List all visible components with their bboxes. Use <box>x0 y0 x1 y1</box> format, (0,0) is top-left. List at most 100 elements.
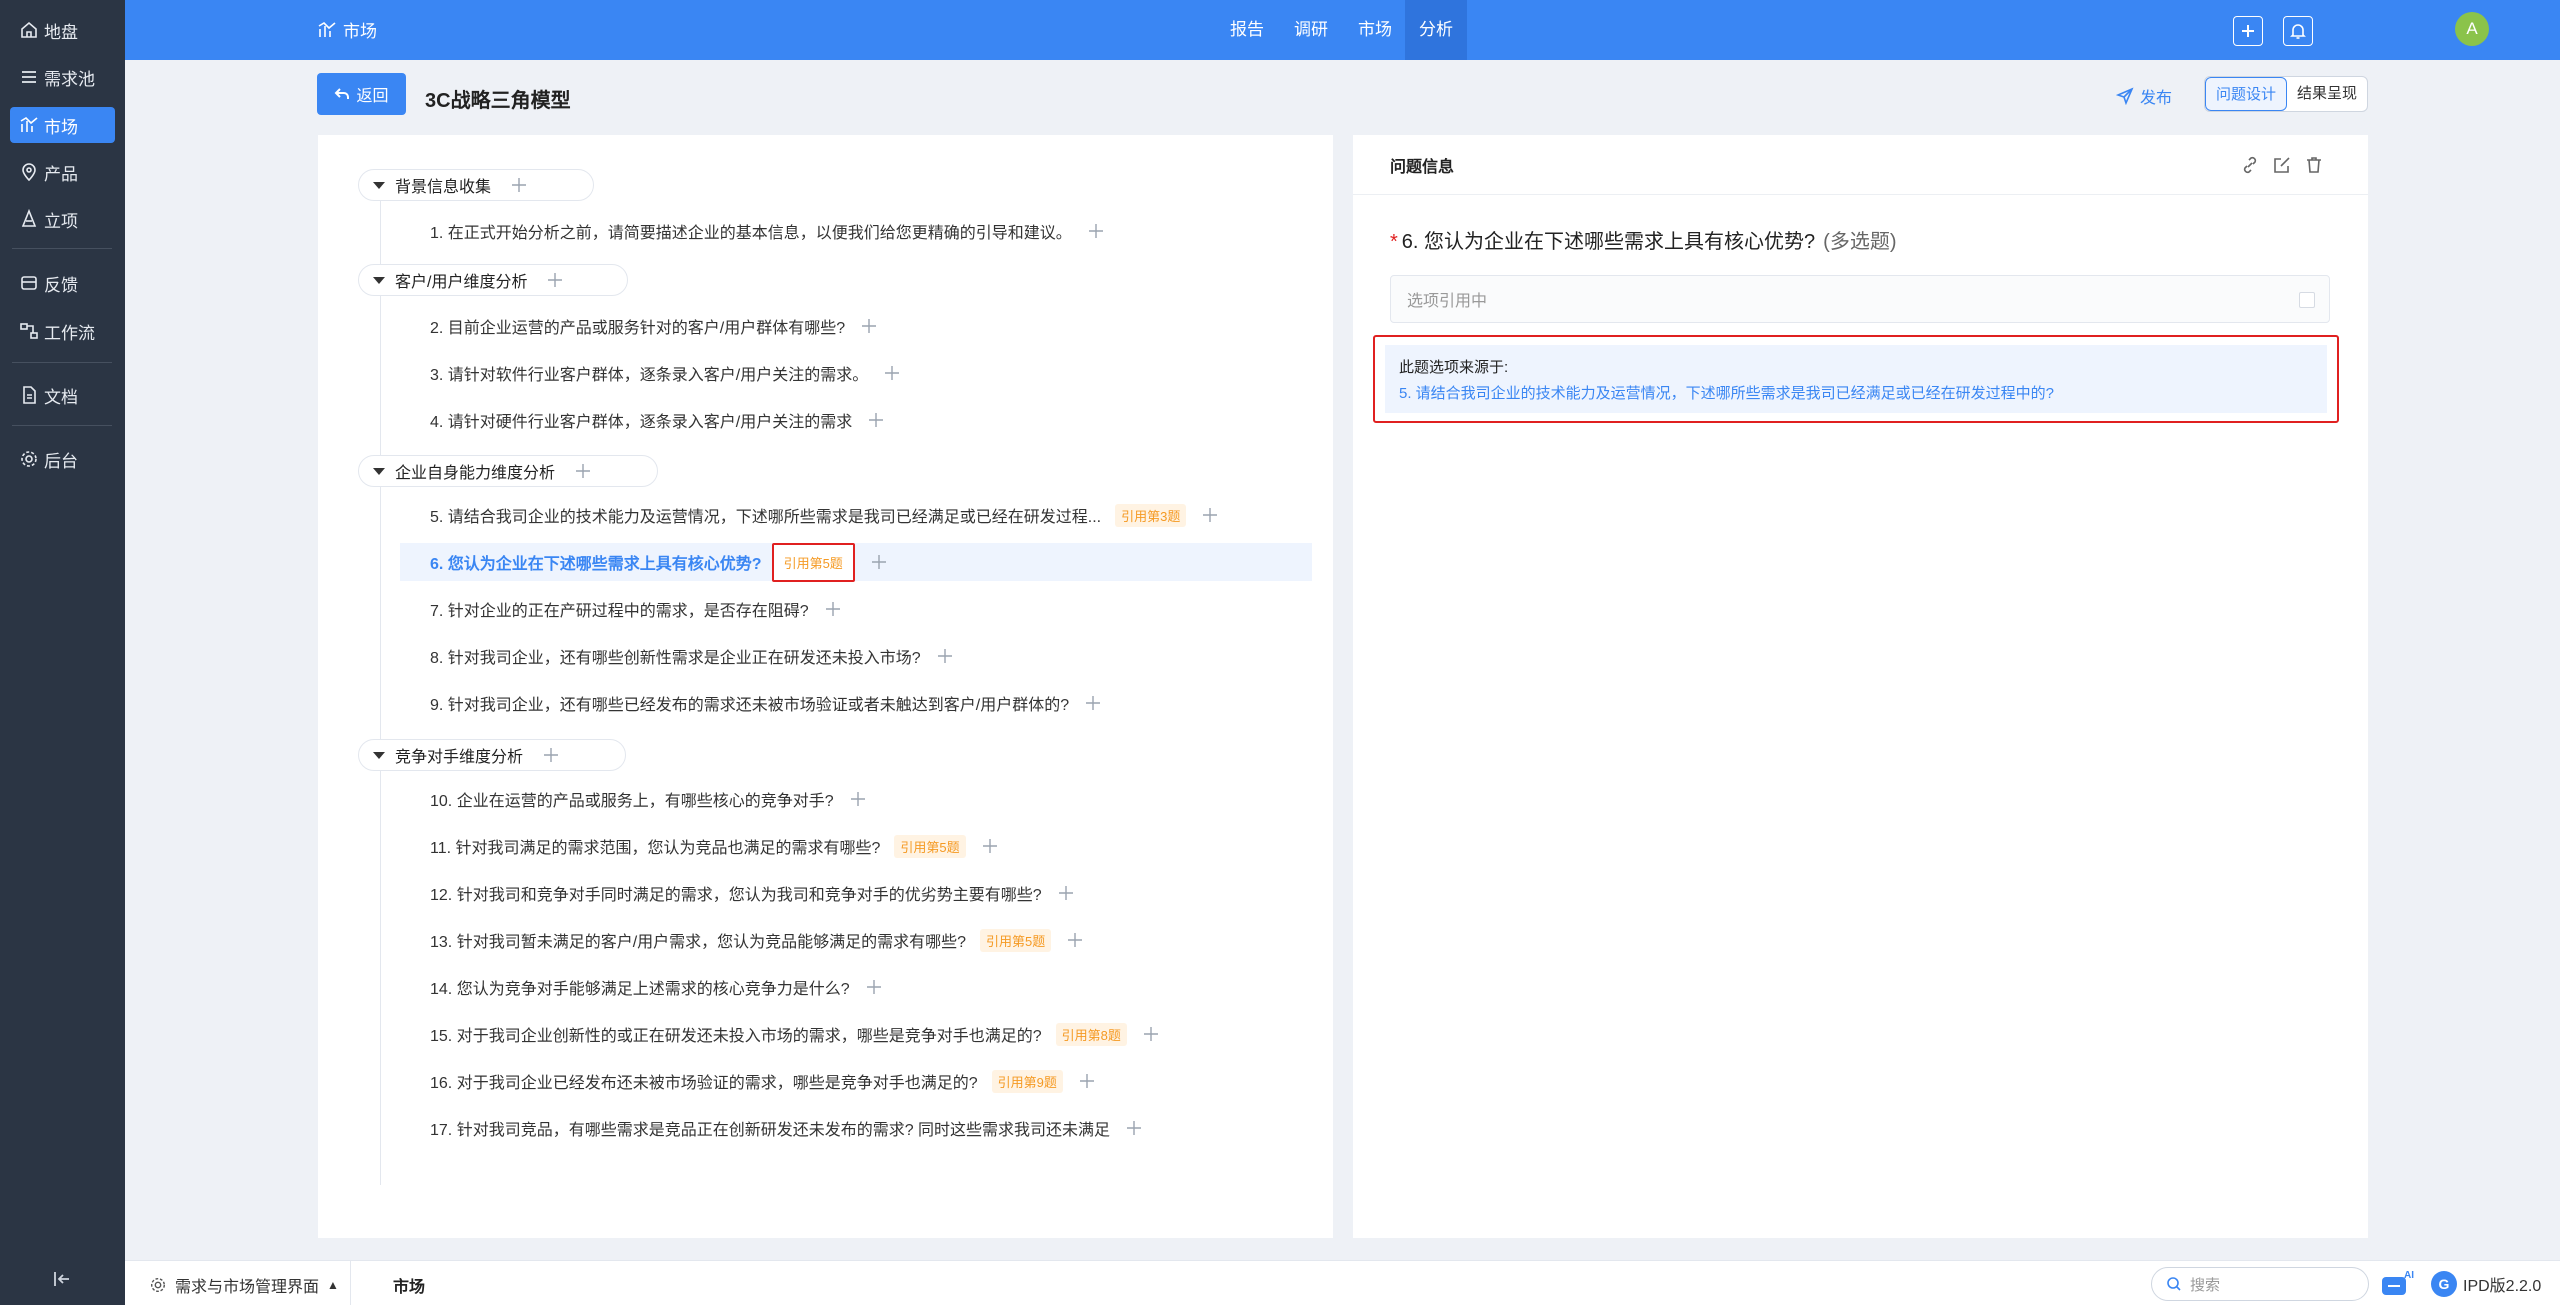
sidebar-item-document[interactable]: 文档 <box>10 377 115 413</box>
ai-assistant-icon[interactable]: AI <box>2380 1269 2414 1299</box>
section-header[interactable]: 客户/用户维度分析 <box>358 264 628 296</box>
sidebar-item-label: 市场 <box>44 117 78 137</box>
tab-survey[interactable]: 调研 <box>1283 0 1339 60</box>
footer-bar: 需求与市场管理界面 ▲ 市场 搜索 AI G IPD版2.2.0 <box>125 1260 2560 1305</box>
plus-icon[interactable] <box>848 789 868 809</box>
plus-icon <box>2242 25 2254 37</box>
plus-icon[interactable] <box>1077 1071 1097 1091</box>
plus-icon[interactable] <box>1141 1024 1161 1044</box>
module-switcher[interactable]: 需求与市场管理界面 ▲ <box>149 1273 339 1297</box>
question-row[interactable]: 3. 请针对软件行业客户群体，逐条录入客户/用户关注的需求。 <box>400 354 902 392</box>
home-icon <box>18 19 40 41</box>
search-input[interactable]: 搜索 <box>2151 1267 2369 1301</box>
section-header[interactable]: 企业自身能力维度分析 <box>358 455 658 487</box>
question-detail-panel: 问题信息 * 6. 您认为企业在下述哪些需求上具有核心优势? (多选题) 选项引用中… <box>1353 135 2368 1238</box>
plus-icon[interactable] <box>1200 505 1220 525</box>
tab-result-view[interactable]: 结果呈现 <box>2287 77 2367 111</box>
caret-down-icon[interactable] <box>373 467 385 475</box>
tab-analysis[interactable]: 分析 <box>1405 0 1467 60</box>
plus-icon[interactable] <box>869 552 889 572</box>
option-checkbox[interactable] <box>2299 292 2315 308</box>
top-bar: 市场 报告 调研 市场 分析 A <box>125 0 2560 60</box>
question-row[interactable]: 17. 针对我司竞品，有哪些需求是竞品正在创新研发还未发布的需求? 同时这些需求… <box>400 1109 1144 1147</box>
plus-icon[interactable] <box>1056 883 1076 903</box>
required-mark: * <box>1390 231 1398 253</box>
option-reference-field[interactable]: 选项引用中 <box>1390 275 2330 323</box>
gear-icon <box>150 1277 166 1293</box>
sidebar-item-product[interactable]: 产品 <box>10 154 115 190</box>
footer-tab-market[interactable]: 市场 <box>393 1273 425 1297</box>
sidebar: 地盘 需求池 市场 产品 立项 反馈 工作流 文档 后台 <box>0 0 125 1305</box>
link-icon[interactable] <box>2240 155 2260 180</box>
gear-icon <box>18 448 40 470</box>
question-row[interactable]: 5. 请结合我司企业的技术能力及运营情况，下述哪所些需求是我司已经满足或已经在研… <box>400 496 1220 534</box>
sidebar-item-project[interactable]: 立项 <box>10 201 115 237</box>
notifications-button[interactable] <box>2283 16 2313 46</box>
sidebar-item-admin[interactable]: 后台 <box>10 441 115 477</box>
question-row[interactable]: 13. 针对我司暂未满足的客户/用户需求，您认为竞品能够满足的需求有哪些? 引用… <box>400 921 1085 959</box>
version-label: G IPD版2.2.0 <box>2431 1271 2541 1297</box>
trash-icon[interactable] <box>2304 155 2324 180</box>
question-row[interactable]: 4. 请针对硬件行业客户群体，逐条录入客户/用户关注的需求 <box>400 401 886 439</box>
question-row[interactable]: 2. 目前企业运营的产品或服务针对的客户/用户群体有哪些? <box>400 307 879 345</box>
tab-question-design[interactable]: 问题设计 <box>2205 77 2288 111</box>
question-row[interactable]: 9. 针对我司企业，还有哪些已经发布的需求还未被市场验证或者未触达到客户/用户群… <box>400 684 1103 722</box>
product-logo-icon: G <box>2431 1271 2457 1297</box>
section-header[interactable]: 背景信息收集 <box>358 169 594 201</box>
plus-icon[interactable] <box>935 646 955 666</box>
question-row[interactable]: 7. 针对企业的正在产研过程中的需求，是否存在阻碍? <box>400 590 843 628</box>
back-arrow-icon <box>335 88 350 99</box>
question-row[interactable]: 16. 对于我司企业已经发布还未被市场验证的需求，哪些是竞争对手也满足的? 引用… <box>400 1062 1097 1100</box>
svg-text:AI: AI <box>2404 1270 2414 1281</box>
sidebar-item-home[interactable]: 地盘 <box>10 12 115 48</box>
plus-icon[interactable] <box>823 599 843 619</box>
publish-button[interactable]: 发布 <box>2116 84 2172 108</box>
caret-down-icon[interactable] <box>373 751 385 759</box>
plus-icon[interactable] <box>866 410 886 430</box>
plus-icon[interactable] <box>573 461 593 481</box>
plus-icon[interactable] <box>509 175 529 195</box>
plus-icon[interactable] <box>545 270 565 290</box>
plus-icon[interactable] <box>980 836 1000 856</box>
plus-icon[interactable] <box>1086 221 1106 241</box>
question-row[interactable]: 10. 企业在运营的产品或服务上，有哪些核心的竞争对手? <box>400 780 868 818</box>
question-row[interactable]: 1. 在正式开始分析之前，请简要描述企业的基本信息，以便我们给您更精确的引导和建… <box>400 212 1106 250</box>
page-title: 3C战略三角模型 <box>425 90 571 112</box>
sidebar-item-demand-pool[interactable]: 需求池 <box>10 59 115 95</box>
plus-icon[interactable] <box>1065 930 1085 950</box>
tab-report[interactable]: 报告 <box>1219 0 1275 60</box>
caret-down-icon[interactable] <box>373 276 385 284</box>
workflow-icon <box>18 320 40 342</box>
plus-icon[interactable] <box>541 745 561 765</box>
question-row-selected[interactable]: 6. 您认为企业在下述哪些需求上具有核心优势? 引用第5题 <box>400 542 1312 582</box>
plus-icon[interactable] <box>864 977 884 997</box>
source-question-link[interactable]: 5. 请结合我司企业的技术能力及运营情况，下述哪所些需求是我司已经满足或已经在研… <box>1399 381 2313 407</box>
avatar[interactable]: A <box>2455 12 2489 46</box>
add-button[interactable] <box>2233 16 2263 46</box>
sidebar-item-label: 反馈 <box>44 275 78 295</box>
panel-header: 问题信息 <box>1353 135 2368 195</box>
back-button[interactable]: 返回 <box>317 73 406 115</box>
bell-icon <box>2290 24 2306 39</box>
question-row[interactable]: 11. 针对我司满足的需求范围，您认为竞品也满足的需求有哪些? 引用第5题 <box>400 827 1000 865</box>
sidebar-item-workflow[interactable]: 工作流 <box>10 313 115 349</box>
reference-badge: 引用第5题 <box>980 928 1052 952</box>
question-row[interactable]: 8. 针对我司企业，还有哪些创新性需求是企业正在研发还未投入市场? <box>400 637 955 675</box>
caret-down-icon[interactable] <box>373 181 385 189</box>
plus-icon[interactable] <box>859 316 879 336</box>
question-row[interactable]: 15. 对于我司企业创新性的或正在研发还未投入市场的需求，哪些是竞争对手也满足的… <box>400 1015 1161 1053</box>
sidebar-item-market[interactable]: 市场 <box>10 107 115 143</box>
edit-icon[interactable] <box>2272 155 2292 180</box>
plus-icon[interactable] <box>1124 1118 1144 1138</box>
question-row[interactable]: 12. 针对我司和竞争对手同时满足的需求，您认为我司和竞争对手的优劣势主要有哪些… <box>400 874 1076 912</box>
question-row[interactable]: 14. 您认为竞争对手能够满足上述需求的核心竞争力是什么? <box>400 968 884 1006</box>
collapse-sidebar-icon[interactable] <box>50 1267 74 1291</box>
sidebar-item-feedback[interactable]: 反馈 <box>10 265 115 301</box>
plus-icon[interactable] <box>1083 693 1103 713</box>
search-icon <box>2167 1277 2181 1291</box>
section-header[interactable]: 竞争对手维度分析 <box>358 739 626 771</box>
tab-market[interactable]: 市场 <box>1347 0 1403 60</box>
sidebar-item-label: 地盘 <box>44 22 78 42</box>
plus-icon[interactable] <box>882 363 902 383</box>
sidebar-item-label: 需求池 <box>44 69 95 89</box>
